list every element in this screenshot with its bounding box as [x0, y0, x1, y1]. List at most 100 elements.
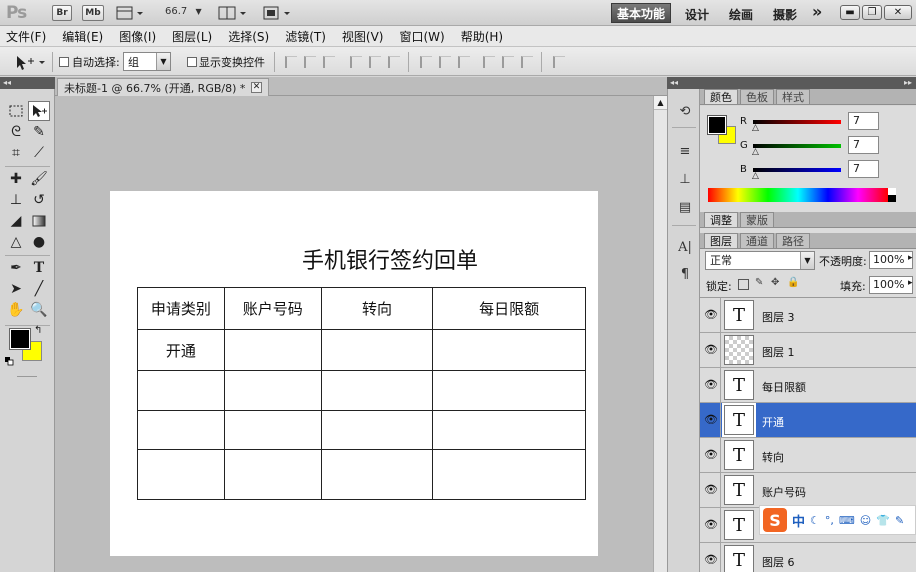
panel-dock-collapse-handle[interactable]: ◂◂	[667, 77, 700, 89]
spot-healing-brush-tool[interactable]: ✚	[5, 169, 27, 189]
pen-tool[interactable]: ✒	[5, 258, 27, 278]
lock-all-icon[interactable]: 🔒	[787, 277, 799, 288]
foreground-color-swatch[interactable]	[9, 328, 31, 350]
clone-source-panel-button[interactable]: ⊥	[675, 169, 695, 189]
brush-presets-panel-button[interactable]: ≡	[675, 141, 695, 161]
clone-stamp-tool[interactable]: ⊥	[5, 190, 27, 210]
tab-adjustments[interactable]: 调整	[704, 212, 738, 227]
menu-edit[interactable]: 编辑(E)	[62, 28, 103, 45]
visibility-eye-icon[interactable]: 👁	[704, 553, 720, 567]
color-spectrum-ramp[interactable]	[708, 188, 888, 202]
align-left-icon[interactable]	[350, 56, 362, 68]
document-page[interactable]: 手机银行签约回单 申请类别 账户号码 转向 每日限额 开通	[110, 191, 598, 556]
quick-selection-tool[interactable]: ✎	[28, 122, 50, 142]
scroll-up-icon[interactable]: ▲	[654, 96, 667, 110]
zoom-tool[interactable]: 🔍	[28, 300, 50, 320]
align-right-icon[interactable]	[388, 56, 400, 68]
workspace-photography-button[interactable]: 摄影	[773, 6, 797, 23]
distribute-left-icon[interactable]	[483, 56, 495, 68]
launch-mini-bridge-button[interactable]: Mb	[82, 5, 104, 21]
workspace-painting-button[interactable]: 绘画	[729, 6, 753, 23]
visibility-eye-icon[interactable]: 👁	[704, 518, 720, 532]
user-icon[interactable]: ☺	[860, 514, 871, 527]
eraser-tool[interactable]: ◢	[5, 211, 27, 231]
lock-position-icon[interactable]: ✥	[771, 277, 782, 288]
blend-mode-dropdown[interactable]: 正常 ▼	[705, 251, 815, 270]
menu-file[interactable]: 文件(F)	[6, 28, 46, 45]
auto-align-layers-icon[interactable]	[553, 56, 565, 68]
menu-filter[interactable]: 滤镜(T)	[285, 28, 326, 45]
lock-image-pixels-icon[interactable]: ✎	[755, 277, 766, 288]
tab-swatches[interactable]: 色板	[740, 89, 774, 104]
green-channel-value[interactable]: 7	[848, 136, 879, 154]
line-tool[interactable]: ╱	[28, 279, 50, 299]
path-selection-tool[interactable]: ➤	[5, 279, 27, 299]
blue-channel-value[interactable]: 7	[848, 160, 879, 178]
distribute-vertical-center-icon[interactable]	[439, 56, 451, 68]
quick-mask-toggle[interactable]	[17, 376, 37, 377]
fill-input[interactable]: 100%	[869, 276, 913, 294]
red-channel-value[interactable]: 7	[848, 112, 879, 130]
tab-layers[interactable]: 图层	[704, 233, 738, 248]
chevron-right-icon[interactable]: ▸	[908, 278, 913, 288]
distribute-bottom-icon[interactable]	[458, 56, 470, 68]
skin-icon[interactable]: 👕	[876, 514, 890, 527]
visibility-eye-icon[interactable]: 👁	[704, 413, 720, 427]
document-tab[interactable]: 未标题-1 @ 66.7% (开通, RGB/8) * ✕	[57, 78, 269, 96]
move-tool[interactable]	[28, 101, 50, 121]
paragraph-panel-button[interactable]: ¶	[675, 264, 695, 284]
opacity-input[interactable]: 100%	[869, 251, 913, 269]
black-white-ramp[interactable]	[888, 188, 896, 202]
gradient-tool[interactable]	[28, 211, 50, 231]
visibility-eye-icon[interactable]: 👁	[704, 308, 720, 322]
tab-masks[interactable]: 蒙版	[740, 212, 774, 227]
ime-toolbar[interactable]: S 中 ☾ °, ⌨ ☺ 👕 ✎	[759, 505, 916, 535]
tool-preset-picker[interactable]	[14, 52, 48, 72]
menu-view[interactable]: 视图(V)	[342, 28, 384, 45]
menu-image[interactable]: 图像(I)	[119, 28, 156, 45]
swap-colors-icon[interactable]: ↰	[34, 325, 42, 336]
dodge-tool[interactable]: ●	[28, 232, 50, 252]
hand-tool[interactable]: ✋	[5, 300, 27, 320]
vertical-scrollbar[interactable]: ▲	[653, 96, 667, 572]
tools-icon[interactable]: ✎	[895, 514, 904, 527]
restore-button[interactable]: ❐	[862, 5, 882, 20]
sogou-ime-logo[interactable]: S	[763, 508, 787, 532]
zoom-level-select[interactable]: 66.7 ▼	[165, 6, 202, 17]
align-top-icon[interactable]	[285, 56, 297, 68]
menu-help[interactable]: 帮助(H)	[461, 28, 503, 45]
green-channel-slider[interactable]	[753, 144, 841, 148]
tab-color[interactable]: 颜色	[704, 89, 738, 104]
layer-row[interactable]: 👁 T 图层 3	[700, 298, 916, 333]
visibility-eye-icon[interactable]: 👁	[704, 378, 720, 392]
panels-collapse-handle[interactable]: ▸▸	[700, 77, 916, 89]
tab-paths[interactable]: 路径	[776, 233, 810, 248]
show-transform-controls-checkbox[interactable]	[187, 57, 197, 67]
align-vertical-center-icon[interactable]	[304, 56, 316, 68]
align-bottom-icon[interactable]	[323, 56, 335, 68]
tab-channels[interactable]: 通道	[740, 233, 774, 248]
brush-tool[interactable]: 🖌	[28, 169, 50, 189]
ime-language-mode[interactable]: 中	[792, 511, 805, 530]
chevron-right-icon[interactable]: ▸	[908, 253, 913, 263]
minimize-button[interactable]: ▬	[840, 5, 860, 20]
rectangular-marquee-tool[interactable]	[5, 101, 27, 121]
auto-select-dropdown[interactable]: 组 ▼	[123, 52, 171, 71]
slider-knob-icon[interactable]: △	[752, 171, 759, 181]
distribute-right-icon[interactable]	[521, 56, 533, 68]
auto-select-checkbox[interactable]	[59, 57, 69, 67]
eyedropper-tool[interactable]: ⟋	[28, 143, 50, 163]
tool-presets-panel-button[interactable]: ▤	[675, 197, 695, 217]
layer-row[interactable]: 👁 T 图层 6	[700, 543, 916, 572]
visibility-eye-icon[interactable]: 👁	[704, 483, 720, 497]
type-tool[interactable]: T	[28, 258, 50, 278]
slider-knob-icon[interactable]: △	[752, 123, 759, 133]
close-button[interactable]: ✕	[884, 5, 912, 20]
distribute-top-icon[interactable]	[420, 56, 432, 68]
lock-transparent-pixels-icon[interactable]	[738, 279, 749, 290]
color-panel-foreground-swatch[interactable]	[707, 115, 727, 135]
screen-mode-button[interactable]	[262, 5, 292, 21]
history-panel-button[interactable]: ⟲	[675, 101, 695, 121]
workspace-essentials-button[interactable]: 基本功能	[611, 3, 671, 23]
menu-select[interactable]: 选择(S)	[228, 28, 269, 45]
